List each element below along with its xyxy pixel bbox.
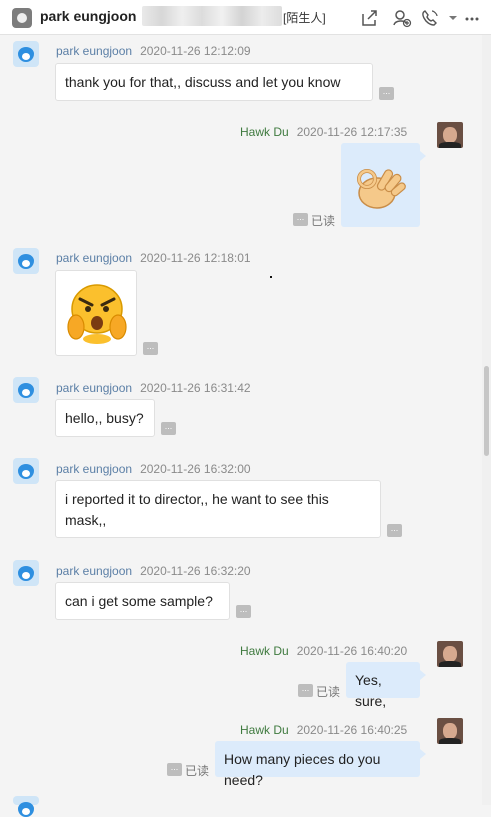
- message-bubble[interactable]: thank you for that,, discuss and let you…: [55, 63, 373, 101]
- contact-avatar[interactable]: [13, 248, 39, 274]
- contact-avatar[interactable]: [13, 458, 39, 484]
- contact-avatar[interactable]: [13, 41, 39, 67]
- more-button[interactable]: ...: [143, 342, 158, 355]
- more-button[interactable]: ...: [298, 684, 313, 697]
- contact-avatar-icon[interactable]: [12, 8, 32, 28]
- redacted-contact-info: [142, 6, 282, 26]
- message-meta: park eungjoon 2020-11-26 12:12:09: [56, 44, 251, 58]
- message-meta: park eungjoon 2020-11-26 16:32:00: [56, 462, 251, 476]
- message-time: 2020-11-26 12:12:09: [140, 44, 251, 58]
- message-meta: Hawk Du 2020-11-26 16:40:20: [240, 644, 407, 658]
- contact-avatar[interactable]: [13, 560, 39, 586]
- message-meta: Hawk Du 2020-11-26 16:40:25: [240, 723, 407, 737]
- message-time: 2020-11-26 12:17:35: [296, 125, 408, 139]
- more-button[interactable]: ...: [293, 213, 308, 226]
- message-meta: park eungjoon 2020-11-26 16:32:20: [56, 564, 251, 578]
- read-status: 已读: [185, 764, 210, 778]
- sender-name[interactable]: park eungjoon: [56, 564, 132, 578]
- message-text: Yes, sure,: [355, 672, 387, 709]
- contact-avatar[interactable]: [13, 377, 39, 403]
- message-bubble[interactable]: How many pieces do you need?: [215, 741, 426, 788]
- ok-hand-icon: [357, 169, 406, 209]
- message-text-line: i reported it to director,, he want to s…: [65, 491, 329, 507]
- sender-name[interactable]: Hawk Du: [240, 125, 289, 139]
- message-text: hello,, busy?: [65, 410, 144, 426]
- message-time: 2020-11-26 16:32:20: [140, 564, 251, 578]
- message-time: 2020-11-26 16:31:42: [140, 381, 251, 395]
- message-text: How many pieces do you need?: [224, 751, 381, 788]
- more-button[interactable]: ...: [167, 763, 182, 776]
- stranger-tag: [陌生人]: [283, 11, 326, 25]
- read-status: 已读: [316, 685, 341, 699]
- message-bubble[interactable]: Yes, sure,: [346, 662, 426, 709]
- share-icon[interactable]: [360, 8, 380, 28]
- call-icon[interactable]: [420, 8, 440, 28]
- scrollbar-thumb[interactable]: [484, 366, 489, 456]
- message-bubble[interactable]: i reported it to director,, he want to s…: [55, 480, 381, 538]
- more-button[interactable]: ...: [387, 524, 402, 537]
- message-bubble[interactable]: hello,, busy?: [55, 399, 155, 437]
- message-time: 2020-11-26 16:40:25: [296, 723, 408, 737]
- add-contact-icon[interactable]: [392, 8, 412, 28]
- message-text: can i get some sample?: [65, 593, 213, 609]
- more-button[interactable]: ...: [379, 87, 394, 100]
- chat-header: park eungjoon [陌生人]: [0, 0, 491, 35]
- message-time: 2020-11-26 12:18:01: [140, 251, 251, 265]
- sender-name[interactable]: park eungjoon: [56, 44, 132, 58]
- message-text: thank you for that,, discuss and let you…: [65, 74, 341, 90]
- self-avatar[interactable]: [437, 718, 463, 744]
- message-time: 2020-11-26 16:32:00: [140, 462, 251, 476]
- sender-name[interactable]: Hawk Du: [240, 644, 289, 658]
- message-text-line: mask,,: [65, 512, 107, 528]
- sender-name[interactable]: park eungjoon: [56, 462, 132, 476]
- self-avatar[interactable]: [437, 641, 463, 667]
- message-meta: park eungjoon 2020-11-26 12:18:01: [56, 251, 251, 265]
- message-meta: Hawk Du 2020-11-26 12:17:35: [240, 125, 407, 139]
- sticker-bubble[interactable]: [55, 270, 137, 356]
- sender-name[interactable]: park eungjoon: [56, 381, 132, 395]
- cursor-dot: [270, 276, 272, 278]
- contact-name[interactable]: park eungjoon: [40, 8, 136, 24]
- angry-emoji-icon: [67, 284, 127, 344]
- sender-name[interactable]: Hawk Du: [240, 723, 289, 737]
- more-button[interactable]: ...: [236, 605, 251, 618]
- sender-name[interactable]: park eungjoon: [56, 251, 132, 265]
- contact-avatar[interactable]: [13, 796, 39, 817]
- read-status: 已读: [311, 214, 336, 228]
- message-time: 2020-11-26 16:40:20: [296, 644, 408, 658]
- message-meta: park eungjoon 2020-11-26 16:31:42: [56, 381, 251, 395]
- more-icon[interactable]: [462, 8, 482, 28]
- sticker-bubble[interactable]: [341, 143, 426, 227]
- more-button[interactable]: ...: [161, 422, 176, 435]
- message-bubble[interactable]: can i get some sample?: [55, 582, 230, 620]
- self-avatar[interactable]: [437, 122, 463, 148]
- dropdown-icon[interactable]: [443, 8, 463, 28]
